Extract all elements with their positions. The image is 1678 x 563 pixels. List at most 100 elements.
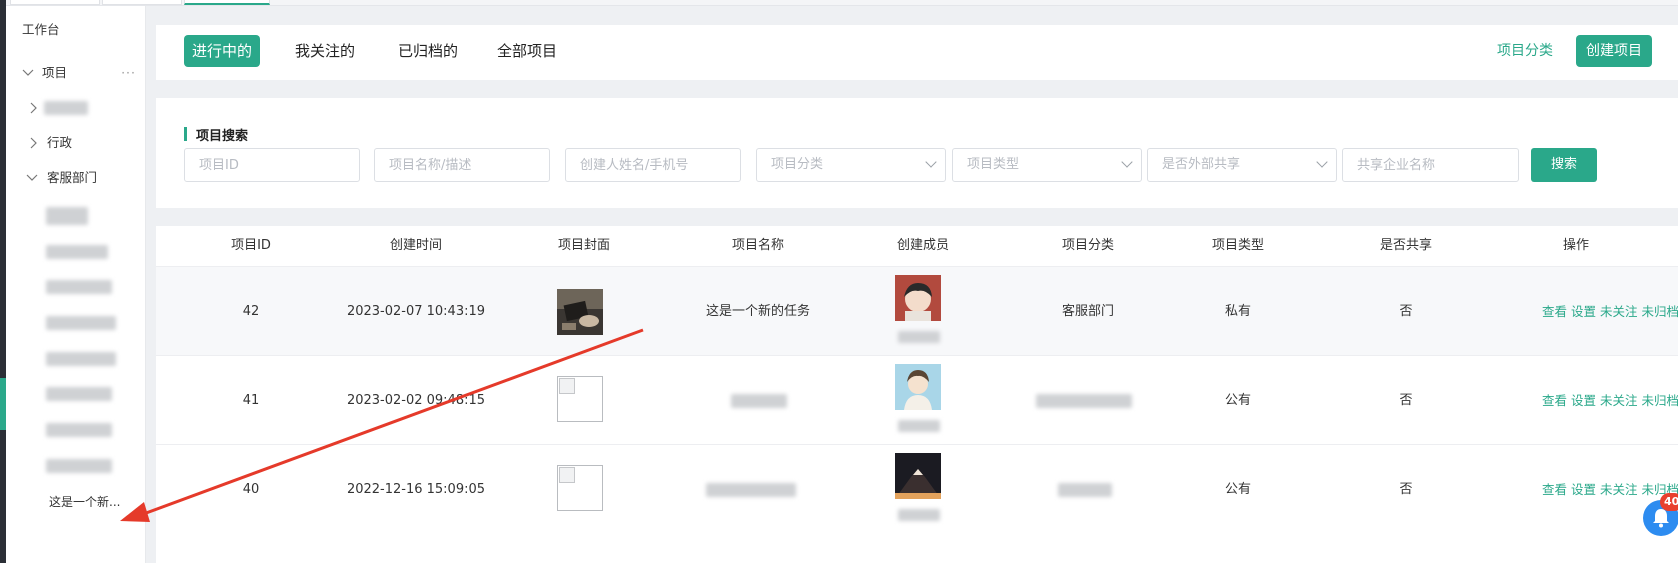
- category-select[interactable]: 项目分类: [756, 148, 946, 182]
- sidebar-item-admin[interactable]: 行政: [6, 128, 146, 158]
- sidebar-subitem[interactable]: [6, 344, 146, 374]
- shared-company-field[interactable]: [1342, 148, 1519, 182]
- cell-project-id: 41: [242, 393, 260, 408]
- column-header: 创建成员: [896, 238, 949, 253]
- cell-created-time: 2023-02-02 09:48:15: [346, 393, 486, 408]
- sidebar-item-label: 工作台: [22, 22, 60, 37]
- follow-link[interactable]: 未关注: [1600, 482, 1638, 497]
- sidebar-subitem[interactable]: [6, 451, 146, 481]
- tab-all-projects[interactable]: 全部项目: [489, 35, 565, 67]
- creator-name-redacted: [898, 509, 940, 521]
- table-row[interactable]: 40 2022-12-16 15:09:05 公有 否 查看 设置 未关注 未归档: [156, 444, 1678, 533]
- creator-avatar: [895, 275, 941, 321]
- tab-in-progress[interactable]: 进行中的: [184, 35, 261, 67]
- settings-link[interactable]: 设置: [1571, 304, 1596, 319]
- sidebar-item-workbench[interactable]: 工作台: [6, 15, 146, 45]
- sidebar-item-projects[interactable]: 项目 ···: [6, 58, 146, 88]
- external-share-select[interactable]: 是否外部共享: [1147, 148, 1337, 182]
- sidebar: 工作台 项目 ··· 行政 客服部门 这是一个新...: [6, 6, 146, 563]
- notification-badge: 40: [1660, 493, 1678, 511]
- cell-project-id: 42: [242, 304, 260, 319]
- type-select[interactable]: 项目类型: [952, 148, 1142, 182]
- archive-link[interactable]: 未归档: [1642, 393, 1678, 408]
- settings-link[interactable]: 设置: [1571, 393, 1596, 408]
- top-tab-active[interactable]: [184, 0, 270, 5]
- sidebar-item-label: 这是一个新...: [49, 495, 121, 509]
- sidebar-subitem[interactable]: [6, 272, 146, 302]
- view-link[interactable]: 查看: [1542, 482, 1567, 497]
- sidebar-item-new-task[interactable]: 这是一个新...: [6, 487, 146, 517]
- top-tab[interactable]: [10, 0, 100, 5]
- project-name-field[interactable]: [374, 148, 550, 182]
- sidebar-subitem[interactable]: [6, 379, 146, 409]
- cell-type: 私有: [1224, 304, 1251, 319]
- redacted-label: [46, 459, 112, 473]
- column-header: 项目类型: [1211, 238, 1264, 253]
- settings-link[interactable]: 设置: [1571, 482, 1596, 497]
- column-header: 项目名称: [731, 238, 784, 253]
- tab-archived[interactable]: 已归档的: [390, 35, 466, 67]
- redacted-label: [46, 316, 116, 330]
- view-link[interactable]: 查看: [1542, 304, 1567, 319]
- column-header: 项目ID: [231, 238, 271, 253]
- create-project-button[interactable]: 创建项目: [1576, 35, 1652, 67]
- chevron-right-icon: [28, 128, 40, 158]
- more-icon[interactable]: ···: [121, 58, 136, 88]
- sidebar-item-label: 客服部门: [47, 170, 98, 185]
- creator-name-redacted: [898, 420, 940, 432]
- chevron-down-icon: [26, 163, 38, 193]
- creator-field[interactable]: [565, 148, 741, 182]
- tab-followed[interactable]: 我关注的: [287, 35, 363, 67]
- project-id-input[interactable]: [185, 149, 359, 181]
- share-select-placeholder: 是否外部共享: [1162, 157, 1241, 172]
- project-name-input[interactable]: [375, 149, 549, 181]
- creator-name-redacted: [898, 331, 940, 343]
- category-select-placeholder: 项目分类: [771, 157, 824, 172]
- redacted-label: [46, 245, 108, 259]
- cell-created-time: 2022-12-16 15:09:05: [346, 482, 486, 497]
- bell-icon: [1653, 509, 1669, 528]
- row-actions: 查看 设置 未关注 未归档: [1542, 267, 1678, 356]
- project-table: 项目ID 创建时间 项目封面 项目名称 创建成员 项目分类 项目类型 是否共享 …: [156, 226, 1678, 563]
- follow-link[interactable]: 未关注: [1600, 393, 1638, 408]
- redacted-label: [46, 423, 112, 437]
- shared-company-input[interactable]: [1343, 149, 1518, 181]
- archive-link[interactable]: 未归档: [1642, 304, 1678, 319]
- column-header: 创建时间: [389, 238, 442, 253]
- sidebar-subitem[interactable]: [6, 201, 146, 231]
- sidebar-subitem[interactable]: [6, 415, 146, 445]
- creator-avatar: [895, 364, 941, 410]
- redacted-label: [46, 387, 112, 401]
- sidebar-subitem[interactable]: [6, 237, 146, 267]
- broken-image-icon[interactable]: [557, 465, 603, 511]
- cell-project-name[interactable]: 这是一个新的任务: [683, 267, 833, 356]
- chevron-right-icon: [28, 93, 40, 123]
- table-row[interactable]: 42 2023-02-07 10:43:19 这是一个新的任务 客服部门 私有 …: [156, 266, 1678, 355]
- cell-project-id: 40: [242, 482, 260, 497]
- redacted-label: [44, 101, 88, 115]
- cell-type: 公有: [1224, 482, 1251, 497]
- view-link[interactable]: 查看: [1542, 393, 1567, 408]
- sidebar-item-customer-service[interactable]: 客服部门: [6, 163, 146, 193]
- cell-shared: 否: [1399, 482, 1413, 497]
- search-section-title: 项目搜索: [184, 125, 248, 144]
- project-cover-image[interactable]: [557, 289, 603, 335]
- project-id-field[interactable]: [184, 148, 360, 182]
- project-category-link[interactable]: 项目分类: [1497, 35, 1553, 67]
- project-search-panel: 项目搜索 项目分类 项目类型 是否外部共享 搜索: [156, 98, 1678, 208]
- sidebar-item-group[interactable]: [6, 93, 146, 123]
- column-header: 项目封面: [557, 238, 610, 253]
- top-tab[interactable]: [102, 0, 182, 5]
- creator-input[interactable]: [566, 149, 740, 181]
- cell-created-time: 2023-02-07 10:43:19: [346, 304, 486, 319]
- category-redacted: [1036, 394, 1132, 408]
- redacted-label: [46, 280, 112, 294]
- search-button[interactable]: 搜索: [1531, 148, 1597, 182]
- broken-image-icon[interactable]: [557, 376, 603, 422]
- project-name-redacted: [731, 394, 787, 408]
- table-row[interactable]: 41 2023-02-02 09:48:15 公有 否 查看 设置 未关注 未归档: [156, 355, 1678, 444]
- chevron-down-icon: [1121, 156, 1133, 168]
- sidebar-subitem[interactable]: [6, 308, 146, 338]
- project-tabs-bar: 进行中的 我关注的 已归档的 全部项目 项目分类 创建项目: [156, 25, 1678, 80]
- follow-link[interactable]: 未关注: [1600, 304, 1638, 319]
